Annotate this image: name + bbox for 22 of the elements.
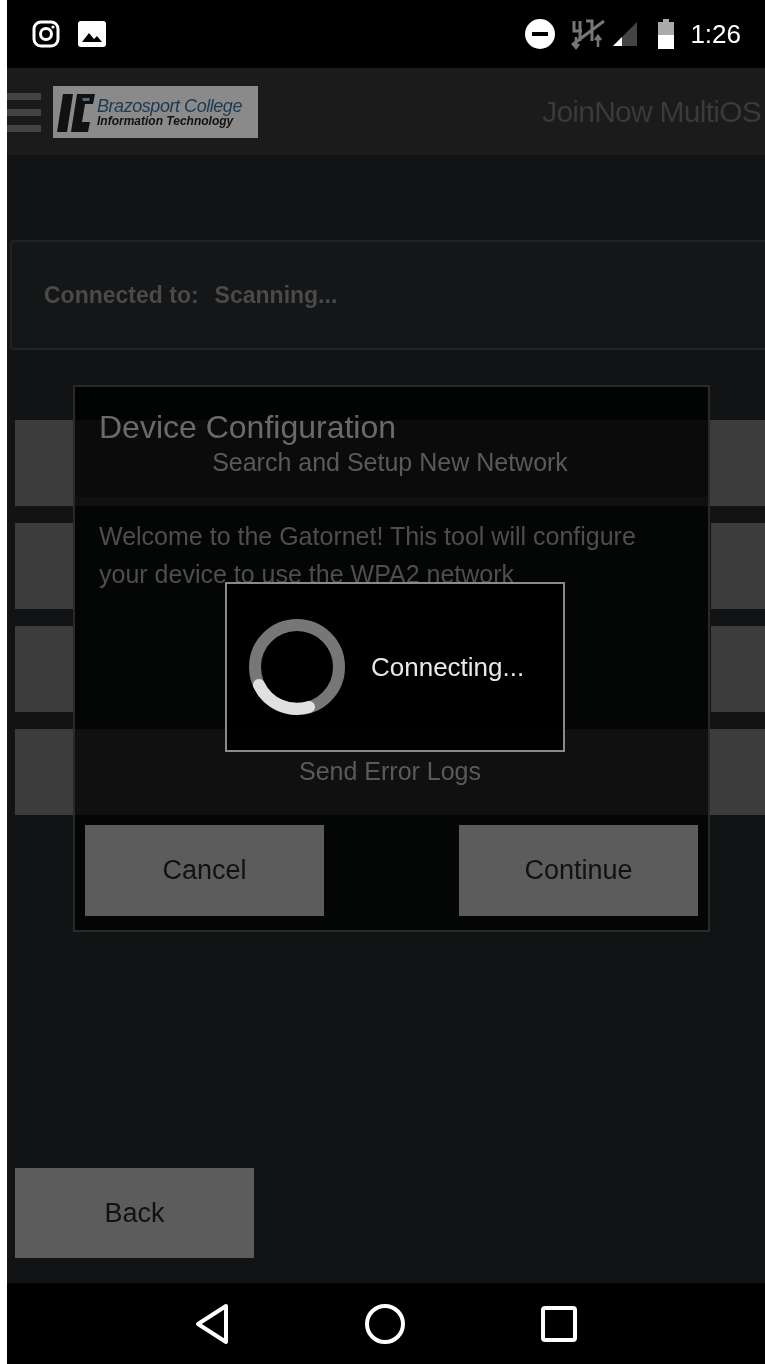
home-nav-icon[interactable] <box>364 1302 406 1345</box>
status-time: 1:26 <box>690 17 741 51</box>
menu-button-edge[interactable] <box>15 523 75 609</box>
logo-college-name: Brazosport College <box>97 96 242 115</box>
image-icon <box>77 20 107 48</box>
back-nav-icon[interactable] <box>194 1302 230 1345</box>
signal-icon <box>612 21 639 47</box>
menu-button-edge[interactable] <box>15 626 75 712</box>
dialog-button[interactable]: Cancel <box>85 825 324 916</box>
dialog-button[interactable]: Continue <box>459 825 698 916</box>
menu-button-edge[interactable] <box>711 626 765 712</box>
recents-nav-icon[interactable] <box>540 1304 578 1343</box>
dialog-title: Device Configuration <box>99 409 397 445</box>
back-button[interactable]: Back <box>15 1168 254 1258</box>
loading-spinner-icon <box>247 617 347 717</box>
progress-text: Connecting... <box>371 650 525 684</box>
menu-button-label: Send Error Logs <box>298 756 481 788</box>
camera-app-icon <box>31 19 61 49</box>
battery-icon <box>658 19 675 49</box>
menu-button-label: Search and Setup New Network <box>212 447 568 479</box>
menu-button-edge[interactable] <box>711 523 765 609</box>
do-not-disturb-icon <box>524 18 557 50</box>
